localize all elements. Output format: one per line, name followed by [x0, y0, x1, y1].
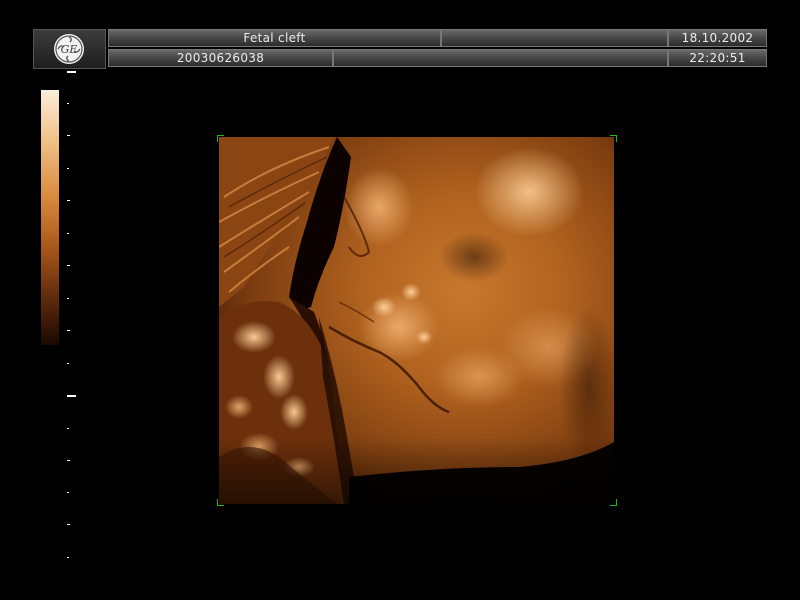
exam-title: Fetal cleft [108, 29, 441, 47]
exam-date: 18.10.2002 [668, 29, 767, 47]
header-bar: GE Fetal cleft 18.10.2002 20030626038 22… [33, 29, 767, 69]
header-field-empty [441, 29, 668, 47]
patient-id: 20030626038 [108, 49, 333, 67]
ultrasound-viewport[interactable] [217, 135, 617, 506]
exam-time: 22:20:51 [668, 49, 767, 67]
ruler-marker-top [67, 71, 76, 73]
info-field-empty [333, 49, 668, 67]
depth-ruler [67, 71, 76, 558]
3d-ultrasound-render-icon [219, 137, 614, 504]
ruler-marker-mid [67, 395, 76, 397]
